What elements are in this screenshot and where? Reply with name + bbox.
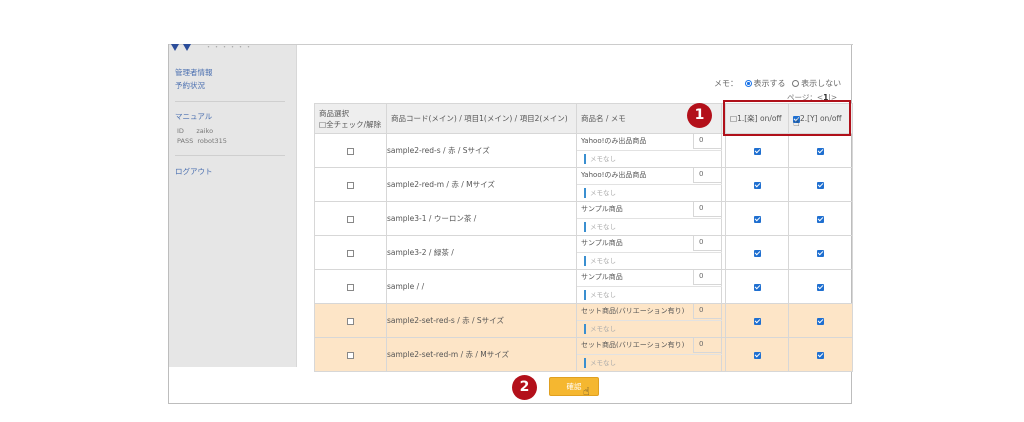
row-qty: 0	[693, 202, 721, 217]
row-col2-checkbox[interactable]	[817, 351, 824, 359]
row-product-name: Yahoo!のみ出品商品	[581, 171, 647, 179]
row-select-checkbox[interactable]	[347, 249, 354, 257]
row-select-checkbox[interactable]	[347, 181, 354, 189]
product-table: 商品選択 □全チェック/解除 商品コード(メイン) / 項目1(メイン) / 項…	[314, 103, 853, 372]
row-code: sample / /	[386, 269, 577, 304]
login-id-row: ID zaiko	[177, 127, 213, 135]
table-row: sample2-set-red-m / 赤 / Mサイズ セット商品(バリエーシ…	[314, 337, 853, 372]
row-memo[interactable]: メモなし	[582, 322, 721, 336]
row-col2-checkbox[interactable]	[817, 283, 824, 291]
row-memo[interactable]: メモなし	[582, 254, 721, 268]
row-col2-checkbox[interactable]	[817, 147, 824, 155]
row-col2-checkbox[interactable]	[817, 317, 824, 325]
sidebar-link-admin-info[interactable]: 管理者情報	[175, 67, 213, 78]
row-qty: 0	[693, 168, 721, 183]
logo-text: ・・・・・・	[205, 43, 253, 51]
logo-mark-icon	[171, 43, 179, 51]
row-col1-checkbox[interactable]	[753, 249, 761, 257]
header-code: 商品コード(メイン) / 項目1(メイン) / 項目2(メイン)	[386, 103, 577, 134]
row-select-checkbox[interactable]	[347, 283, 354, 291]
row-qty: 0	[693, 134, 721, 149]
row-qty: 0	[693, 236, 721, 251]
app-frame: ・・・・・・ 管理者情報 予約状況 マニュアル ID zaiko PASS ro…	[168, 43, 853, 404]
row-memo[interactable]: メモなし	[582, 356, 721, 370]
row-memo[interactable]: メモなし	[582, 220, 721, 234]
mouse-pointer-icon: ☝	[793, 116, 800, 129]
step-badge-2: 2	[512, 375, 537, 400]
memo-hide-label[interactable]: 表示しない	[801, 79, 841, 88]
row-product-name: セット商品(バリエーション有り)	[581, 307, 685, 315]
row-code: sample2-set-red-s / 赤 / Sサイズ	[386, 303, 577, 338]
row-code: sample2-set-red-m / 赤 / Mサイズ	[386, 337, 577, 372]
mouse-pointer-icon: ☝	[583, 385, 590, 398]
row-product-name: セット商品(バリエーション有り)	[581, 341, 685, 349]
row-col1-checkbox[interactable]	[753, 181, 761, 189]
row-col1-checkbox[interactable]	[753, 283, 761, 291]
row-select-checkbox[interactable]	[347, 147, 354, 155]
confirm-button[interactable]: 確認	[549, 377, 599, 396]
memo-label: メモ：	[714, 79, 738, 88]
row-product-name: サンプル商品	[581, 239, 623, 247]
row-qty: 0	[693, 338, 721, 353]
row-col2-checkbox[interactable]	[817, 249, 824, 257]
row-code: sample2-red-m / 赤 / Mサイズ	[386, 167, 577, 202]
logo-mark-icon	[183, 43, 191, 51]
pass-value: robot315	[197, 137, 227, 145]
row-col1-checkbox[interactable]	[753, 215, 761, 223]
memo-show-label[interactable]: 表示する	[754, 79, 786, 88]
sidebar-link-manual[interactable]: マニュアル	[175, 111, 212, 122]
logo: ・・・・・・	[171, 41, 253, 53]
table-row: sample3-2 / 緑茶 / サンプル商品 0 メモなし	[314, 235, 853, 270]
sidebar-link-reservations[interactable]: 予約状況	[175, 80, 205, 91]
sidebar-link-logout[interactable]: ログアウト	[175, 166, 213, 177]
table-row: sample3-1 / ウーロン茶 / サンプル商品 0 メモなし	[314, 201, 853, 236]
table-row: sample2-red-m / 赤 / Mサイズ Yahoo!のみ出品商品 0 メモ…	[314, 167, 853, 202]
row-code: sample3-1 / ウーロン茶 /	[386, 201, 577, 236]
id-value: zaiko	[196, 127, 214, 135]
step-badge-1: 1	[687, 103, 712, 128]
row-product-name: Yahoo!のみ出品商品	[581, 137, 647, 145]
row-qty: 0	[693, 270, 721, 285]
row-select-checkbox[interactable]	[347, 351, 354, 359]
sidebar-divider	[175, 101, 285, 102]
row-product-name: サンプル商品	[581, 205, 623, 213]
row-memo[interactable]: メモなし	[582, 288, 721, 302]
table-row: sample2-set-red-s / 赤 / Sサイズ セット商品(バリエーシ…	[314, 303, 853, 338]
check-all-toggle[interactable]: □全チェック/解除	[319, 119, 386, 130]
row-memo[interactable]: メモなし	[582, 152, 721, 166]
row-code: sample3-2 / 緑茶 /	[386, 235, 577, 270]
row-select-checkbox[interactable]	[347, 317, 354, 325]
row-qty: 0	[693, 304, 721, 319]
row-product-name: サンプル商品	[581, 273, 623, 281]
id-label: ID	[177, 127, 184, 135]
row-col1-checkbox[interactable]	[753, 317, 761, 325]
table-row: sample / / サンプル商品 0 メモなし	[314, 269, 853, 304]
memo-hide-radio[interactable]	[792, 80, 800, 87]
header-select: 商品選択 □全チェック/解除	[314, 103, 387, 134]
row-memo[interactable]: メモなし	[582, 186, 721, 200]
sidebar-divider	[175, 155, 285, 156]
row-col1-checkbox[interactable]	[753, 351, 761, 359]
row-col2-checkbox[interactable]	[817, 181, 824, 189]
row-col1-checkbox[interactable]	[753, 147, 761, 155]
memo-show-radio[interactable]	[744, 80, 752, 87]
memo-toggle: メモ： 表示する 表示しない	[714, 78, 841, 89]
row-code: sample2-red-s / 赤 / Sサイズ	[386, 133, 577, 168]
row-col2-checkbox[interactable]	[817, 215, 824, 223]
pass-label: PASS	[177, 137, 194, 145]
row-select-checkbox[interactable]	[347, 215, 354, 223]
header-select-label: 商品選択	[319, 108, 349, 118]
login-pass-row: PASS robot315	[177, 137, 227, 145]
sidebar: ・・・・・・ 管理者情報 予約状況 マニュアル ID zaiko PASS ro…	[169, 43, 297, 367]
table-row: sample2-red-s / 赤 / Sサイズ Yahoo!のみ出品商品 0 メモ…	[314, 133, 853, 168]
onoff-columns-highlight	[723, 100, 851, 136]
